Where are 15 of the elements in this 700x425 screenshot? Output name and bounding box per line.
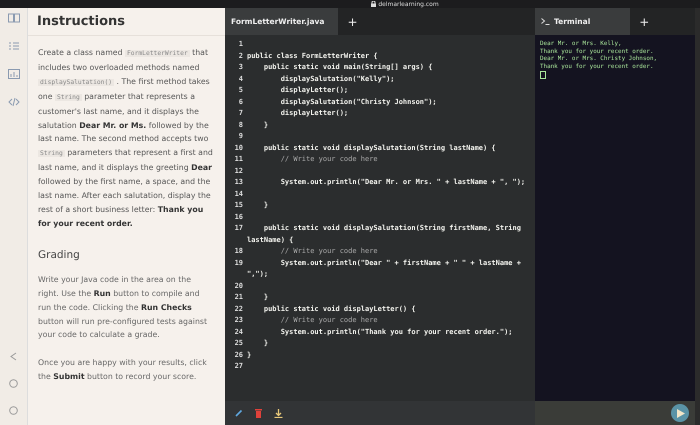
terminal-cursor [540,71,546,79]
trash-icon[interactable] [255,408,262,418]
chart-icon[interactable] [8,69,20,79]
play-icon [677,408,685,418]
section-heading: Grading [38,248,81,261]
add-tab-button[interactable]: + [338,8,367,35]
book-icon[interactable] [8,13,20,23]
run-button[interactable] [671,404,689,422]
code-icon[interactable] [8,97,20,107]
add-tab-button[interactable]: + [630,8,658,35]
checklist-icon[interactable] [8,41,20,51]
download-icon[interactable] [274,408,283,418]
terminal-icon [541,18,550,25]
pencil-icon[interactable] [235,409,243,417]
lock-icon [371,1,376,7]
